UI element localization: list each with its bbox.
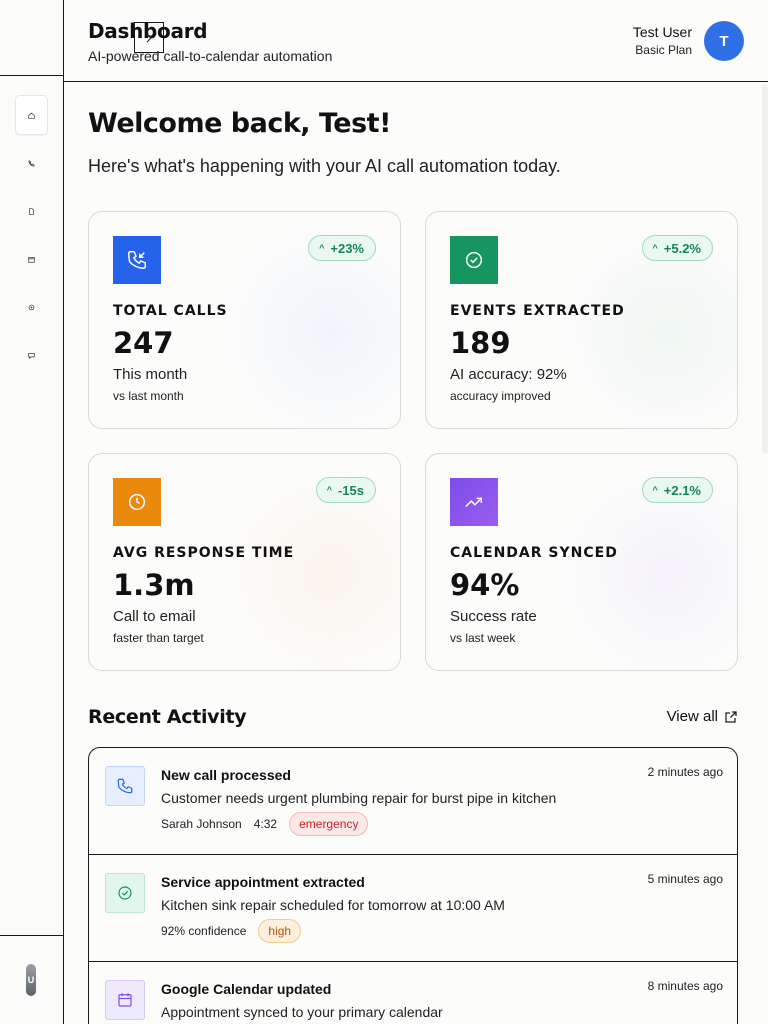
activity-description: Customer needs urgent plumbing repair fo…: [161, 790, 557, 806]
chevron-right-icon: [146, 33, 152, 42]
activity-title: Google Calendar updated: [161, 981, 332, 997]
activity-list: New call processed Customer needs urgent…: [88, 747, 738, 1024]
view-all-link[interactable]: View all: [667, 708, 738, 725]
trend-badge: ^ +5.2%: [641, 235, 713, 261]
header: Dashboard AI-powered call-to-calendar au…: [64, 0, 768, 82]
activity-meta: 92% confidence high: [161, 919, 302, 943]
user-name: Test User: [632, 24, 692, 40]
trend-value: +5.2%: [663, 240, 701, 256]
stat-value: 247: [113, 326, 174, 360]
activity-icon-box: [105, 766, 145, 806]
activity-description: Kitchen sink repair scheduled for tomorr…: [161, 897, 505, 913]
stat-icon-box: [113, 478, 161, 526]
page-subtitle: AI-powered call-to-calendar automation: [88, 48, 333, 64]
sidebar-divider: [0, 935, 63, 936]
stat-label: AVG RESPONSE TIME: [113, 545, 295, 561]
activity-item[interactable]: Google Calendar updated Appointment sync…: [89, 962, 737, 1024]
priority-badge: emergency: [289, 812, 369, 836]
sidebar-item-home[interactable]: [16, 96, 47, 134]
activity-meta: Sarah Johnson 4:32 emergency: [161, 812, 369, 836]
sidebar-divider: [0, 75, 63, 76]
trend-badge: ^ +2.1%: [641, 477, 713, 503]
chevron-up-icon: ^: [326, 485, 332, 495]
activity-icon-box: [105, 980, 145, 1020]
stat-icon-box: [450, 478, 498, 526]
call-duration: 4:32: [253, 817, 278, 831]
stat-subtext: faster than target: [113, 631, 204, 645]
chevron-up-icon: ^: [319, 243, 325, 253]
sidebar-item-messages[interactable]: [16, 336, 47, 374]
sidebar-toggle-button[interactable]: [134, 22, 164, 53]
stat-subtext: vs last week: [450, 631, 516, 645]
chevron-up-icon: ^: [652, 243, 658, 253]
trend-value: +2.1%: [663, 482, 701, 498]
activity-item[interactable]: Service appointment extracted Kitchen si…: [89, 855, 737, 962]
stat-label: CALENDAR SYNCED: [450, 545, 618, 561]
stat-icon-box: [450, 236, 498, 284]
stat-subtext: accuracy improved: [450, 389, 551, 403]
stat-label: EVENTS EXTRACTED: [450, 303, 625, 319]
activity-icon-box: [105, 873, 145, 913]
clock-icon: [128, 493, 146, 511]
external-link-icon: [725, 710, 737, 723]
stat-card-total-calls[interactable]: ^ +23% TOTAL CALLS 247 This month vs last…: [88, 211, 401, 429]
stat-card-avg-response-time[interactable]: ^ -15s AVG RESPONSE TIME 1.3m Call to ema…: [88, 453, 401, 671]
chevron-up-icon: ^: [652, 485, 658, 495]
sidebar-item-settings[interactable]: [16, 288, 47, 326]
user-plan: Basic Plan: [635, 43, 692, 57]
stat-value: 94%: [450, 568, 520, 602]
phone-icon: [28, 159, 35, 167]
priority-badge: high: [258, 919, 302, 943]
stat-description: This month: [113, 366, 188, 383]
sidebar: U: [0, 0, 64, 1024]
activity-time: 2 minutes ago: [647, 765, 723, 779]
stat-label: TOTAL CALLS: [113, 303, 228, 319]
sidebar-user-initial: U: [27, 975, 35, 985]
scrollbar[interactable]: [762, 84, 768, 454]
stat-description: AI accuracy: 92%: [450, 366, 567, 383]
stat-description: Success rate: [450, 608, 537, 625]
recent-activity-title: Recent Activity: [88, 706, 247, 728]
activity-item[interactable]: New call processed Customer needs urgent…: [89, 748, 737, 855]
trend-badge: ^ -15s: [315, 477, 376, 503]
home-icon: [28, 112, 35, 119]
trend-value: +23%: [330, 240, 364, 256]
stat-subtext: vs last month: [113, 389, 184, 403]
check-circle-icon: [118, 886, 132, 900]
stat-value: 1.3m: [113, 568, 195, 602]
welcome-subtitle: Here's what's happening with your AI cal…: [88, 156, 561, 176]
phone-incoming-icon: [128, 251, 146, 269]
activity-description: Appointment synced to your primary calen…: [161, 1004, 443, 1020]
calendar-icon: [28, 256, 35, 263]
stat-value: 189: [450, 326, 511, 360]
stat-card-calendar-synced[interactable]: ^ +2.1% CALENDAR SYNCED 94% Success rate …: [425, 453, 738, 671]
view-all-label: View all: [666, 708, 718, 725]
activity-time: 8 minutes ago: [647, 979, 723, 993]
stat-card-events-extracted[interactable]: ^ +5.2% EVENTS EXTRACTED 189 AI accuracy:…: [425, 211, 738, 429]
chat-icon: [28, 352, 35, 359]
activity-title: Service appointment extracted: [161, 874, 365, 890]
avatar[interactable]: T: [704, 21, 744, 61]
trending-up-icon: [465, 497, 483, 508]
activity-time: 5 minutes ago: [647, 872, 723, 886]
sidebar-item-documents[interactable]: [16, 192, 47, 230]
confidence-score: 92% confidence: [161, 924, 247, 938]
gear-icon: [28, 304, 35, 310]
activity-title: New call processed: [161, 767, 291, 783]
document-icon: [29, 207, 34, 215]
welcome-title: Welcome back, Test!: [88, 108, 391, 139]
trend-value: -15s: [337, 482, 364, 498]
trend-badge: ^ +23%: [308, 235, 376, 261]
caller-name: Sarah Johnson: [161, 817, 242, 831]
sidebar-user-avatar[interactable]: U: [26, 964, 36, 996]
stat-description: Call to email: [113, 608, 196, 625]
calendar-icon: [118, 993, 132, 1007]
check-circle-icon: [465, 251, 483, 269]
sidebar-item-calendar[interactable]: [16, 240, 47, 278]
stat-icon-box: [113, 236, 161, 284]
user-info[interactable]: Test User Basic Plan: [633, 24, 692, 57]
sidebar-item-calls[interactable]: [16, 144, 47, 182]
phone-icon: [117, 778, 133, 794]
